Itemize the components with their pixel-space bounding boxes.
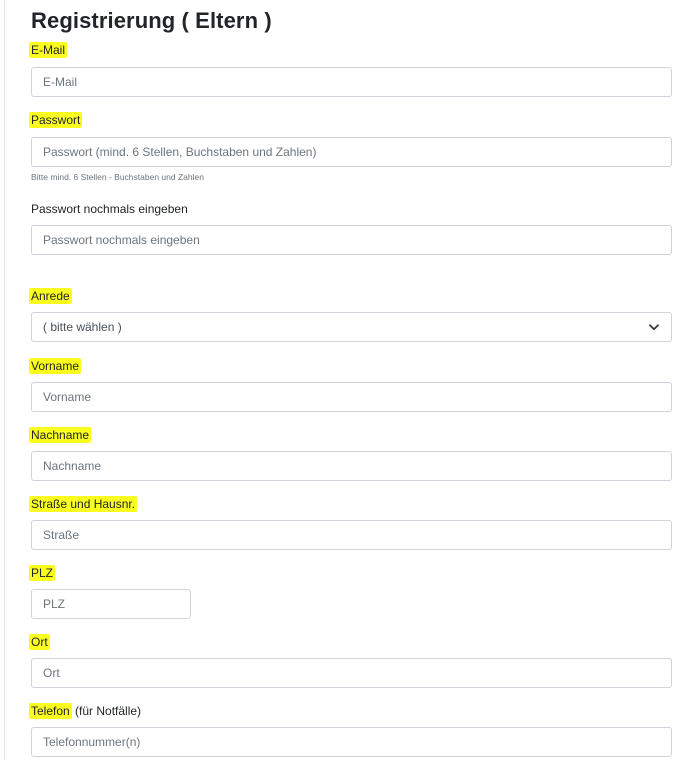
password-repeat-input[interactable] [31, 225, 672, 255]
email-input[interactable] [31, 67, 672, 97]
password-hint: Bitte mind. 6 Stellen - Buchstaben und Z… [31, 172, 204, 182]
salutation-select[interactable]: ( bitte wählen ) [31, 312, 672, 342]
phone-label: Telefon (für Notfälle) [29, 703, 142, 719]
salutation-label-text: Anrede [29, 288, 72, 304]
salutation-label: Anrede [29, 288, 72, 304]
password-label: Passwort [29, 112, 83, 128]
salutation-selected-value: ( bitte wählen ) [43, 320, 122, 334]
password-label-text: Passwort [29, 112, 83, 128]
page-left-border [4, 0, 5, 760]
phone-label-text: Telefon [29, 703, 72, 719]
lastname-input[interactable] [31, 451, 672, 481]
city-label-text: Ort [29, 634, 50, 650]
password-input[interactable] [31, 137, 672, 167]
street-label-text: Straße und Hausnr. [29, 496, 138, 512]
city-label: Ort [29, 634, 50, 650]
firstname-input[interactable] [31, 382, 672, 412]
street-input[interactable] [31, 520, 672, 550]
firstname-label: Vorname [29, 358, 82, 374]
page-title: Registrierung ( Eltern ) [31, 8, 272, 33]
password-repeat-label: Passwort nochmals eingeben [31, 202, 188, 216]
zip-input[interactable] [31, 589, 191, 619]
chevron-down-icon [648, 321, 660, 333]
zip-label: PLZ [29, 565, 56, 581]
email-label-text: E-Mail [29, 42, 68, 58]
street-label: Straße und Hausnr. [29, 496, 138, 512]
phone-label-suffix: (für Notfälle) [71, 704, 142, 718]
city-input[interactable] [31, 658, 672, 688]
phone-input[interactable] [31, 727, 672, 757]
lastname-label-text: Nachname [29, 427, 92, 443]
zip-label-text: PLZ [29, 565, 56, 581]
firstname-label-text: Vorname [29, 358, 82, 374]
email-label: E-Mail [29, 42, 68, 58]
lastname-label: Nachname [29, 427, 92, 443]
